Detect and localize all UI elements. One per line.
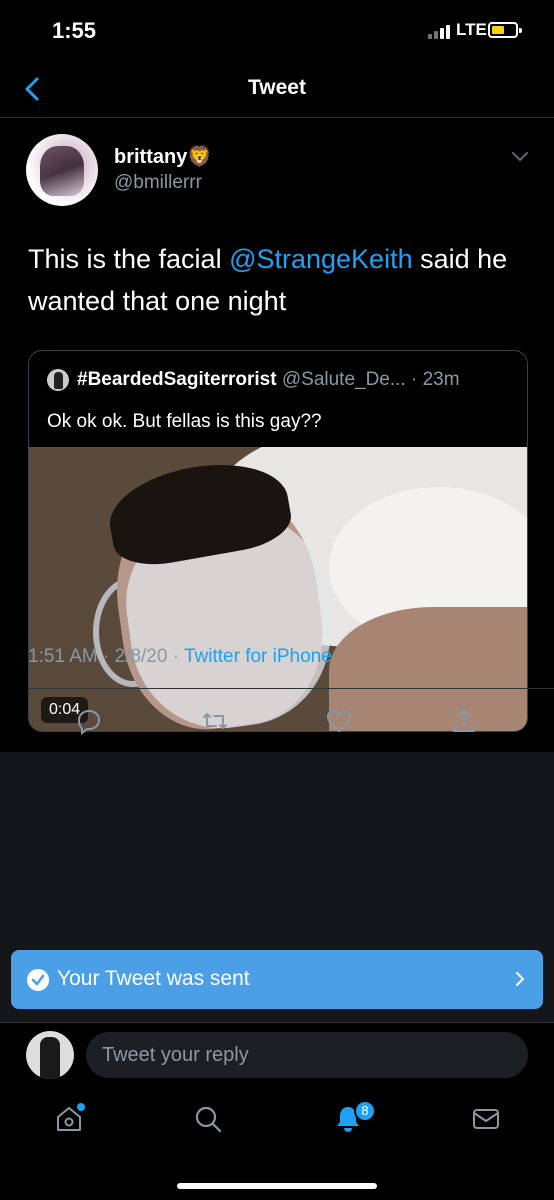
divider: [28, 688, 554, 689]
chevron-right-icon: [516, 972, 525, 986]
chevron-down-icon[interactable]: [510, 150, 530, 164]
notification-badge: 8: [354, 1100, 376, 1122]
mention-link[interactable]: @StrangeKeith: [229, 244, 413, 274]
like-icon[interactable]: [324, 706, 354, 736]
reply-input[interactable]: Tweet your reply: [86, 1032, 528, 1078]
nav-bar: Tweet: [0, 60, 554, 118]
source-link[interactable]: Twitter for iPhone: [184, 646, 332, 667]
quote-author-name: #BeardedSagiterrorist: [77, 369, 277, 390]
action-bar: [0, 700, 554, 748]
check-icon: [27, 969, 49, 991]
quote-header: #BeardedSagiterrorist @Salute_De... · 23…: [77, 369, 460, 391]
tweet-sent-toast[interactable]: Your Tweet was sent: [11, 950, 543, 1009]
reply-icon[interactable]: [74, 706, 104, 736]
network-label: LTE: [456, 20, 487, 39]
quote-meta: @Salute_De... · 23m: [276, 369, 460, 390]
avatar[interactable]: [26, 134, 98, 206]
page-title: Tweet: [248, 76, 306, 99]
new-content-dot: [77, 1103, 85, 1111]
quote-avatar: [47, 369, 69, 391]
status-bar: 1:55 LTE: [0, 0, 554, 60]
messages-icon[interactable]: [469, 1102, 503, 1136]
tweet-meta: 1:51 AM · 2/8/20 · Twitter for iPhone: [28, 646, 332, 668]
home-indicator: [177, 1183, 377, 1189]
quote-text: Ok ok ok. But fellas is this gay??: [47, 411, 322, 432]
battery-icon: [488, 22, 522, 38]
tweet-text: This is the facial @StrangeKeith said he…: [28, 238, 528, 322]
video-thumbnail[interactable]: 0:04: [29, 447, 527, 731]
quoted-tweet[interactable]: #BeardedSagiterrorist @Salute_De... · 23…: [28, 350, 528, 732]
share-icon[interactable]: [449, 706, 479, 736]
user-avatar[interactable]: [26, 1031, 74, 1079]
clock: 1:55: [52, 18, 97, 43]
tweet-text-part: This is the facial: [28, 244, 230, 274]
search-icon[interactable]: [191, 1102, 225, 1136]
author-name[interactable]: brittany🦁: [114, 144, 212, 169]
timestamp: 1:51 AM · 2/8/20 ·: [28, 646, 184, 667]
reply-bar: Tweet your reply: [0, 1022, 554, 1092]
retweet-icon[interactable]: [200, 706, 230, 736]
toast-message: Your Tweet was sent: [57, 967, 250, 990]
author-handle[interactable]: @bmillerrr: [114, 172, 202, 194]
signal-icon: [428, 25, 450, 39]
